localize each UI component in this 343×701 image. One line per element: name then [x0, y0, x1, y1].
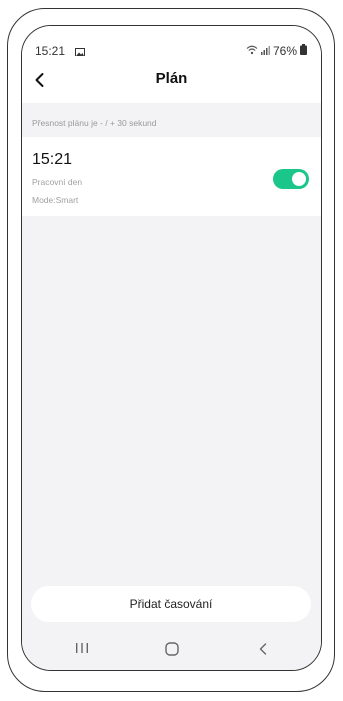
app-header: Plán: [22, 56, 321, 103]
schedule-item[interactable]: 15:21 Pracovní den Mode:Smart: [22, 137, 321, 216]
schedule-time: 15:21: [32, 151, 73, 168]
status-bar: 15:21 76%: [22, 26, 321, 58]
schedule-days: Pracovní den: [32, 177, 83, 187]
add-timer-button[interactable]: Přidat časování: [31, 586, 311, 622]
home-icon[interactable]: [163, 641, 181, 662]
toggle-knob: [292, 172, 306, 186]
page-title: Plán: [155, 70, 188, 87]
schedule-accuracy-note: Přesnost plánu je - / + 30 sekund: [32, 118, 157, 128]
recent-apps-icon[interactable]: [73, 641, 91, 660]
schedule-mode: Mode:Smart: [32, 195, 79, 205]
schedule-toggle[interactable]: [273, 169, 309, 189]
system-nav-bar: [22, 631, 321, 670]
back-icon[interactable]: [255, 641, 271, 662]
phone-screen: 15:21 76% Plán Přesnost plánu je - / + 3…: [21, 25, 322, 671]
